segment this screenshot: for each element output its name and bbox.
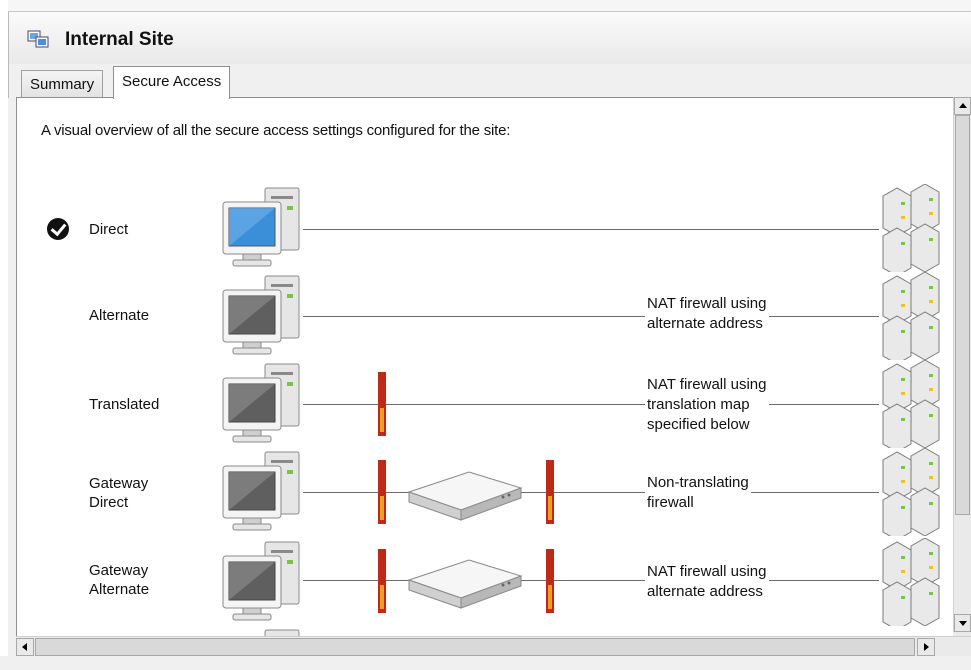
note-line: alternate address	[647, 583, 763, 600]
note-line: NAT firewall using	[647, 295, 767, 312]
note-line: NAT firewall using	[647, 563, 767, 580]
server-stack-icon	[882, 360, 940, 448]
computer-monitor-icon	[222, 541, 300, 621]
secure-access-panel: A visual overview of all the secure acce…	[16, 97, 971, 670]
left-gutter	[0, 0, 8, 670]
firewall-icon	[546, 460, 554, 524]
note-line: translation map	[647, 396, 750, 413]
connection-line	[303, 492, 879, 493]
arrow-down-icon	[959, 621, 967, 626]
computer-monitor-icon	[222, 275, 300, 355]
note-line: firewall	[647, 494, 694, 511]
tab-summary[interactable]: Summary	[21, 70, 104, 98]
arrow-right-icon	[924, 643, 929, 651]
checkmark-icon	[47, 218, 69, 240]
label-line: Alternate	[89, 581, 150, 598]
connection-line	[303, 316, 879, 317]
connection-line	[303, 580, 879, 581]
tab-strip: Summary Secure Access	[8, 64, 971, 99]
arrow-left-icon	[22, 643, 27, 651]
scroll-down-button[interactable]	[954, 614, 971, 632]
scroll-right-button[interactable]	[917, 638, 935, 656]
scroll-left-button[interactable]	[16, 638, 34, 656]
gateway-router-icon	[407, 559, 523, 609]
arrow-up-icon	[959, 103, 967, 108]
scroll-up-button[interactable]	[954, 97, 971, 115]
note-line: NAT firewall using	[647, 376, 767, 393]
vertical-scroll-thumb[interactable]	[955, 115, 970, 515]
horizontal-scroll-thumb[interactable]	[35, 638, 915, 656]
top-edge	[8, 0, 971, 12]
horizontal-scrollbar[interactable]	[16, 636, 971, 656]
note-line: alternate address	[647, 315, 763, 332]
firewall-icon	[378, 460, 386, 524]
row-label-direct: Direct	[89, 221, 129, 238]
note-translated: NAT firewall using translation map speci…	[645, 375, 769, 435]
bottom-bar	[0, 656, 971, 670]
firewall-icon	[378, 372, 386, 436]
computer-monitor-icon	[222, 187, 300, 267]
server-stack-icon	[882, 272, 940, 360]
row-label-translated: Translated	[89, 396, 160, 413]
server-stack-icon	[882, 448, 940, 536]
app-window: Internal Site Summary Secure Access A vi…	[0, 0, 971, 670]
firewall-icon	[378, 549, 386, 613]
page-title: Internal Site	[65, 29, 174, 50]
note-alternate: NAT firewall using alternate address	[645, 294, 769, 334]
server-stack-icon	[882, 184, 940, 272]
label-line: Gateway	[89, 475, 149, 492]
connection-line	[303, 229, 879, 230]
computer-monitor-icon	[222, 451, 300, 531]
header-bar: Internal Site	[8, 12, 971, 64]
connection-line	[303, 404, 879, 405]
note-line: specified below	[647, 416, 750, 433]
gateway-router-icon	[407, 471, 523, 521]
site-icon	[27, 30, 49, 48]
intro-text: A visual overview of all the secure acce…	[41, 122, 511, 139]
note-gateway-alternate: NAT firewall using alternate address	[645, 562, 769, 602]
firewall-icon	[546, 549, 554, 613]
server-stack-icon	[882, 538, 940, 626]
row-label-alternate: Alternate	[89, 307, 150, 324]
vertical-scrollbar[interactable]	[953, 97, 971, 632]
computer-monitor-icon	[222, 363, 300, 443]
tab-secure-access[interactable]: Secure Access	[113, 66, 231, 99]
row-label-gateway-alternate: Gateway Alternate	[89, 561, 149, 599]
note-line: Non-translating	[647, 474, 749, 491]
label-line: Direct	[89, 494, 129, 511]
note-gateway-direct: Non-translating firewall	[645, 473, 751, 513]
label-line: Gateway	[89, 562, 149, 579]
row-label-gateway-direct: Gateway Direct	[89, 474, 148, 512]
